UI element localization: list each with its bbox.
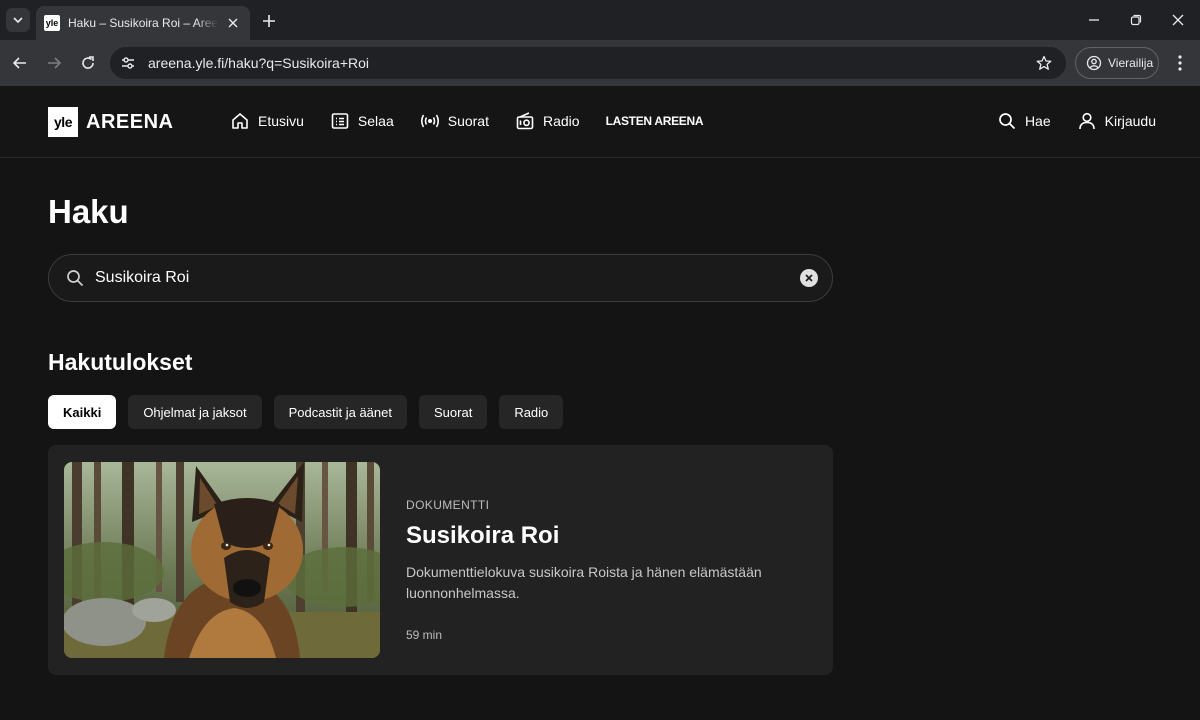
nav-label: Kirjaudu <box>1104 113 1156 129</box>
nav-item-hae[interactable]: Hae <box>997 111 1051 131</box>
filter-chip-suorat[interactable]: Suorat <box>419 395 488 429</box>
site-info-button[interactable] <box>114 49 142 77</box>
more-vert-icon <box>1178 55 1182 71</box>
nav-item-suorat[interactable]: Suorat <box>420 111 489 131</box>
tab-close-button[interactable] <box>224 14 242 32</box>
forward-button[interactable] <box>42 51 66 75</box>
tune-icon <box>122 57 134 69</box>
main-nav: Etusivu Selaa Suorat Radio LASTEN AREENA <box>230 111 729 131</box>
profile-button[interactable]: Vierailija <box>1075 47 1159 79</box>
reload-button[interactable] <box>76 51 100 75</box>
browser-menu-button[interactable] <box>1168 51 1192 75</box>
result-description: Dokumenttielokuva susikoira Roista ja hä… <box>406 564 762 601</box>
nav-item-lasten-areena[interactable]: LASTEN AREENA <box>606 114 704 128</box>
reload-icon <box>82 56 94 69</box>
window-close-button[interactable] <box>1166 8 1190 32</box>
right-nav: Hae Kirjaudu <box>971 111 1156 131</box>
nav-label: Radio <box>542 113 580 129</box>
profile-label: Vierailija <box>1108 56 1154 70</box>
nav-label: Hae <box>1024 113 1051 129</box>
result-card[interactable]: DOKUMENTTI Susikoira Roi Dokumenttieloku… <box>48 445 833 675</box>
nav-label: Suorat <box>447 113 489 129</box>
nav-item-kirjaudu[interactable]: Kirjaudu <box>1077 111 1156 131</box>
tab-title: Haku – Susikoira Roi – Areena – Yle <box>68 16 218 30</box>
back-button[interactable] <box>8 51 32 75</box>
tab-search-button[interactable] <box>6 8 30 32</box>
browser-tab[interactable]: yle Haku – Susikoira Roi – Areena – Yle <box>36 6 250 40</box>
broadcast-icon <box>420 111 440 131</box>
nav-item-etusivu[interactable]: Etusivu <box>230 111 304 131</box>
minimize-icon <box>1089 19 1099 21</box>
result-info: DOKUMENTTI Susikoira Roi Dokumenttieloku… <box>406 498 806 642</box>
nav-label: Etusivu <box>258 113 304 129</box>
search-box <box>48 254 833 302</box>
browser-toolbar: areena.yle.fi/haku?q=Susikoira+Roi Viera… <box>0 40 1200 86</box>
clear-search-button[interactable] <box>800 269 818 287</box>
profile-icon <box>1086 55 1102 71</box>
result-duration: 59 min <box>406 628 443 642</box>
lasten-areena-logo: LASTEN AREENA <box>605 114 704 128</box>
result-thumbnail[interactable] <box>64 462 380 658</box>
chevron-down-icon <box>13 17 23 24</box>
home-icon <box>230 111 250 131</box>
search-input[interactable] <box>95 269 800 287</box>
address-bar[interactable]: areena.yle.fi/haku?q=Susikoira+Roi <box>110 47 1066 79</box>
german-shepherd-image <box>64 462 380 658</box>
bookmark-button[interactable] <box>1030 49 1058 77</box>
result-category: DOKUMENTTI <box>406 498 490 512</box>
search-icon <box>997 111 1017 131</box>
user-icon <box>1077 111 1097 131</box>
nav-item-radio[interactable]: Radio <box>515 111 580 131</box>
close-icon <box>805 274 813 282</box>
close-icon <box>228 18 238 28</box>
site-header: yle AREENA Etusivu Selaa Suorat Radio LA… <box>0 86 1200 158</box>
yle-logo-box: yle <box>48 107 78 137</box>
search-icon <box>65 268 85 288</box>
nav-label: Selaa <box>357 113 394 129</box>
filter-chips: Kaikki Ohjelmat ja jaksot Podcastit ja ä… <box>48 395 575 429</box>
restore-icon <box>1130 14 1142 26</box>
areena-logo[interactable]: yle AREENA <box>48 107 173 137</box>
page-title: Haku <box>48 193 129 230</box>
results-title: Hakutulokset <box>48 349 193 375</box>
logo-text: AREENA <box>86 110 174 133</box>
plus-icon <box>263 15 275 27</box>
browser-tab-bar: yle Haku – Susikoira Roi – Areena – Yle <box>0 0 1200 40</box>
filter-chip-ohjelmat[interactable]: Ohjelmat ja jaksot <box>128 395 262 429</box>
filter-chip-podcastit[interactable]: Podcastit ja äänet <box>273 395 407 429</box>
list-icon <box>330 111 350 131</box>
minimize-button[interactable] <box>1082 8 1106 32</box>
yle-favicon-icon: yle <box>44 15 60 31</box>
result-title[interactable]: Susikoira Roi <box>406 522 806 550</box>
arrow-right-icon <box>48 57 62 69</box>
filter-chip-kaikki[interactable]: Kaikki <box>48 395 117 429</box>
star-icon <box>1036 55 1052 70</box>
new-tab-button[interactable] <box>258 10 280 32</box>
close-icon <box>1172 14 1184 26</box>
radio-icon <box>515 111 535 131</box>
arrow-left-icon <box>12 57 26 69</box>
restore-button[interactable] <box>1124 8 1148 32</box>
url-text[interactable]: areena.yle.fi/haku?q=Susikoira+Roi <box>148 55 1030 71</box>
nav-item-selaa[interactable]: Selaa <box>330 111 394 131</box>
filter-chip-radio[interactable]: Radio <box>499 395 564 429</box>
